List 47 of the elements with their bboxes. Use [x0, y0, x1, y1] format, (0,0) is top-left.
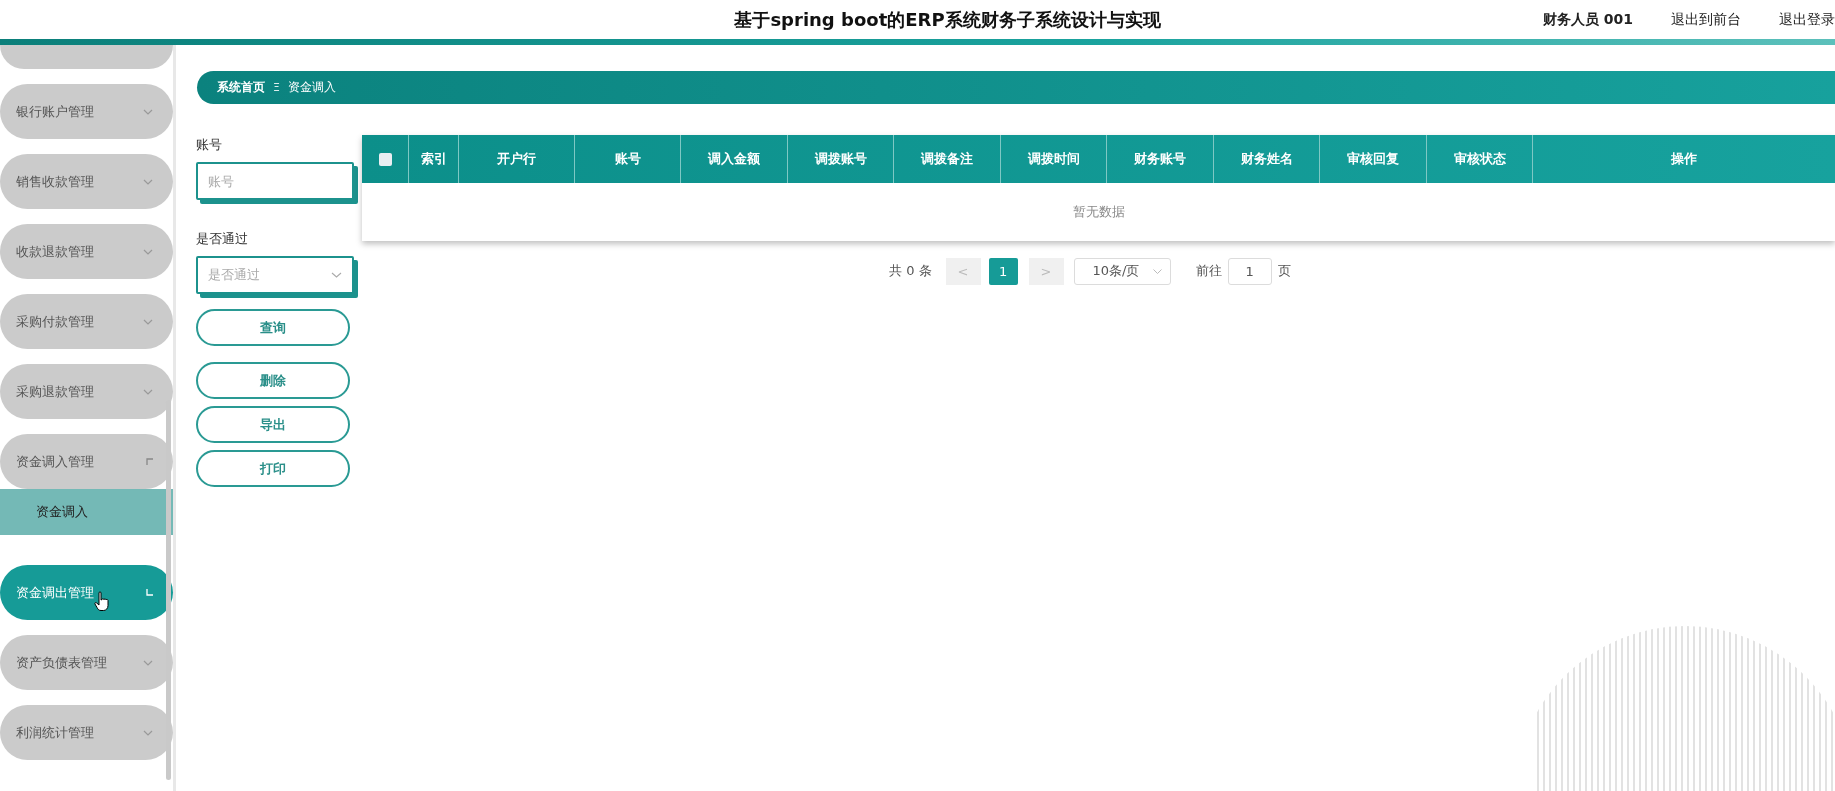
chevron-down-icon: [331, 272, 342, 278]
action-button[interactable]: 打印: [196, 450, 350, 487]
submenu-item[interactable]: 资金调入: [0, 489, 173, 535]
breadcrumb-link[interactable]: 系统首页: [217, 79, 265, 96]
menu-item[interactable]: 银行账户管理: [0, 84, 173, 139]
select-all-checkbox[interactable]: [378, 152, 392, 166]
menu-item[interactable]: 销售收款管理: [0, 154, 173, 209]
chevron-down-icon: [143, 318, 153, 325]
user-name: 财务人员 001: [1542, 10, 1633, 29]
menu-item[interactable]: 资金调出管理: [0, 565, 173, 620]
menu-item[interactable]: 采购退款管理: [0, 364, 173, 419]
chevron-down-icon: [143, 729, 153, 736]
hand-cursor-icon: [94, 591, 110, 613]
action-button[interactable]: 导出: [196, 406, 350, 443]
chevron-down-icon: [143, 659, 153, 666]
action-button[interactable]: 删除: [196, 362, 350, 399]
chevron-down-icon: [143, 388, 153, 395]
app-title: 基于spring boot的ERP系统财务子系统设计与实现: [734, 7, 1161, 32]
menu-item[interactable]: 采购付款管理: [0, 294, 173, 349]
corner-icon: [146, 589, 153, 596]
menu-item[interactable]: 利润统计管理: [0, 705, 173, 760]
header-link[interactable]: 退出登录: [1779, 10, 1835, 29]
menu-item[interactable]: 收款退款管理: [0, 224, 173, 279]
menu-item[interactable]: 资产负债表管理: [0, 635, 173, 690]
header-link[interactable]: 退出到前台: [1671, 10, 1741, 29]
breadcrumb-separator: Ξ: [273, 81, 280, 94]
breadcrumb-current: 资金调入: [287, 79, 336, 96]
empty-message: 暂无数据: [1072, 203, 1125, 221]
column-header: 操作: [1670, 150, 1698, 168]
field-label: 账号: [196, 136, 223, 154]
corner-icon: [146, 458, 153, 465]
chevron-down-icon: [1152, 268, 1162, 274]
goto-label: 前往: [1195, 262, 1222, 280]
total-count: 共 0 条: [889, 262, 932, 280]
menu-item[interactable]: [0, 45, 173, 69]
menu-item[interactable]: 资金调入管理: [0, 434, 173, 489]
action-button[interactable]: 查询: [196, 309, 350, 346]
chevron-down-icon: [143, 248, 153, 255]
page-button[interactable]: 1: [988, 257, 1018, 285]
chevron-down-icon: [143, 108, 153, 115]
scrollbar[interactable]: [166, 400, 171, 780]
page-size-select[interactable]: 10条/页: [1073, 257, 1171, 285]
field-label: 是否通过: [196, 230, 249, 248]
page-input[interactable]: 1: [1227, 257, 1272, 285]
chevron-down-icon: [143, 178, 153, 185]
page-suffix: 页: [1277, 262, 1291, 280]
input-field[interactable]: 账号: [196, 162, 354, 200]
